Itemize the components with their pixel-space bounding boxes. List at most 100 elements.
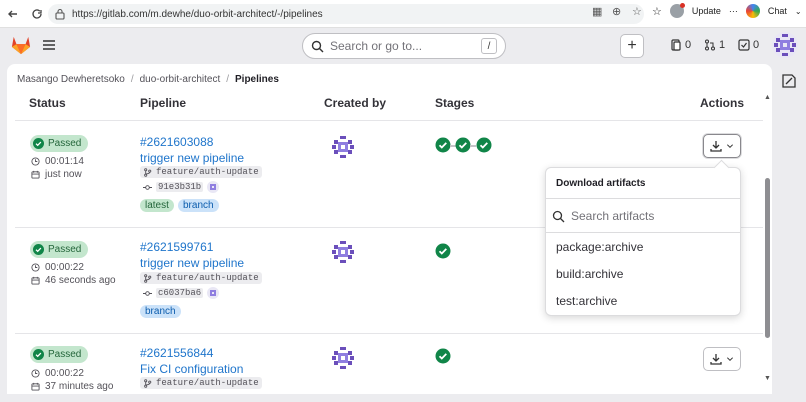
header-divider [15, 120, 763, 121]
browser-menu-icon[interactable]: ··· [729, 6, 738, 16]
artifacts-search-input[interactable]: Search artifacts [552, 205, 734, 227]
dropdown-title: Download artifacts [556, 178, 646, 189]
sidebar-toggle-icon[interactable] [42, 38, 56, 52]
check-circle-icon [33, 138, 44, 149]
commit-author-avatar[interactable] [207, 181, 220, 193]
download-artifacts-button[interactable] [703, 134, 741, 158]
finished-time: just now [31, 169, 82, 180]
download-icon [710, 354, 722, 365]
calendar-icon [31, 170, 40, 179]
artifacts-search-placeholder: Search artifacts [571, 209, 655, 223]
merge-requests-counter[interactable]: 1 [704, 39, 725, 51]
status-label: Passed [48, 349, 82, 360]
commit-icon [143, 290, 152, 296]
search-shortcut-key: / [481, 38, 497, 54]
pipeline-name-link[interactable]: Fix CI configuration [140, 362, 243, 376]
status-badge[interactable]: Passed [30, 241, 88, 258]
branch-ref[interactable]: feature/auth-update [140, 166, 262, 178]
copilot-icon[interactable] [745, 4, 760, 18]
breadcrumb-owner[interactable]: Masango Dewheretsoko [17, 74, 125, 85]
reload-icon[interactable] [26, 3, 48, 25]
branch-icon [144, 378, 152, 388]
search-icon [311, 40, 324, 52]
branch-name: feature/auth-update [156, 167, 259, 177]
check-circle-icon [33, 244, 44, 255]
todos-count: 0 [753, 39, 760, 51]
stage-passed-icon[interactable] [476, 137, 492, 153]
creator-avatar[interactable] [330, 345, 356, 371]
status-label: Passed [48, 138, 82, 149]
apps-icon[interactable]: ▦ [592, 6, 604, 18]
latest-badge: latest [140, 199, 174, 212]
scroll-up-arrow[interactable]: ▲ [764, 94, 771, 101]
commit-sha: c6037ba6 [156, 288, 204, 298]
back-icon[interactable] [2, 3, 24, 25]
stage-passed-icon[interactable] [435, 137, 451, 153]
gitlab-header: Search or go to... / + 0 1 0 [0, 28, 806, 64]
merge-request-icon [705, 39, 715, 51]
profile-avatar[interactable] [669, 3, 685, 18]
scrollbar-thumb[interactable] [765, 178, 770, 338]
creator-avatar[interactable] [330, 239, 356, 265]
column-header-stages: Stages [435, 96, 475, 110]
user-avatar[interactable] [772, 32, 798, 58]
duration-value: 00:00:22 [45, 368, 84, 379]
chevron-down-icon [726, 357, 734, 362]
commit-ref[interactable]: c6037ba6 [140, 286, 222, 300]
artifact-item[interactable]: build:archive [556, 267, 623, 281]
duration-value: 00:00:22 [45, 262, 84, 273]
zoom-icon[interactable]: ⊕ [612, 6, 624, 18]
branch-ref[interactable]: feature/auth-update [140, 377, 262, 389]
gitlab-logo-icon[interactable] [10, 35, 32, 55]
global-search-input[interactable]: Search or go to... / [302, 33, 506, 59]
address-bar[interactable]: https://gitlab.com/m.dewhe/duo-orbit-arc… [48, 4, 644, 24]
stage-passed-icon[interactable] [435, 348, 451, 364]
site-info-icon[interactable] [54, 8, 66, 20]
status-badge[interactable]: Passed [30, 346, 88, 363]
chat-button[interactable]: Chat [768, 6, 787, 16]
merge-requests-count: 1 [719, 39, 726, 51]
favorites-icon[interactable]: ☆ [652, 5, 662, 18]
duration: 00:01:14 [31, 156, 84, 167]
favorite-star-icon[interactable]: ☆ [632, 6, 644, 18]
artifact-item[interactable]: package:archive [556, 240, 643, 254]
url-text: https://gitlab.com/m.dewhe/duo-orbit-arc… [72, 8, 323, 20]
todos-counter[interactable]: 0 [738, 39, 759, 51]
pipeline-id-link[interactable]: #2621603088 [140, 135, 213, 149]
update-button[interactable]: Update [692, 6, 721, 16]
issues-counter[interactable]: 0 [670, 39, 691, 51]
clock-icon [31, 369, 40, 378]
clock-icon [31, 263, 40, 272]
calendar-icon [31, 382, 40, 391]
chevron-down-icon[interactable]: ⌄ [795, 7, 802, 16]
commit-author-avatar[interactable] [207, 287, 220, 299]
creator-avatar[interactable] [330, 134, 356, 160]
scroll-down-arrow[interactable]: ▼ [764, 375, 771, 382]
commit-icon [143, 184, 152, 190]
duration: 00:00:22 [31, 368, 84, 379]
breadcrumb-current-page[interactable]: Pipelines [235, 74, 279, 85]
duo-chat-icon[interactable] [781, 73, 797, 89]
todo-icon [738, 39, 750, 51]
dropdown-divider [546, 198, 740, 199]
dropdown-divider [546, 232, 740, 233]
duration-value: 00:01:14 [45, 156, 84, 167]
finished-value: just now [45, 169, 82, 180]
column-header-actions: Actions [700, 96, 745, 110]
status-badge[interactable]: Passed [30, 135, 88, 152]
breadcrumb-project[interactable]: duo-orbit-architect [140, 74, 221, 85]
download-artifacts-button[interactable] [703, 347, 741, 371]
pipeline-name-link[interactable]: trigger new pipeline [140, 151, 244, 165]
stage-passed-icon[interactable] [455, 137, 471, 153]
branch-icon [144, 167, 152, 177]
branch-ref[interactable]: feature/auth-update [140, 272, 262, 284]
row-divider [15, 333, 763, 334]
stage-passed-icon[interactable] [435, 243, 451, 259]
column-header-created-by: Created by [324, 96, 387, 110]
commit-ref[interactable]: 91e3b31b [140, 180, 222, 194]
pipeline-id-link[interactable]: #2621599761 [140, 240, 213, 254]
pipeline-name-link[interactable]: trigger new pipeline [140, 256, 244, 270]
create-new-button[interactable]: + [620, 34, 644, 58]
pipeline-id-link[interactable]: #2621556844 [140, 346, 213, 360]
artifact-item[interactable]: test:archive [556, 294, 617, 308]
